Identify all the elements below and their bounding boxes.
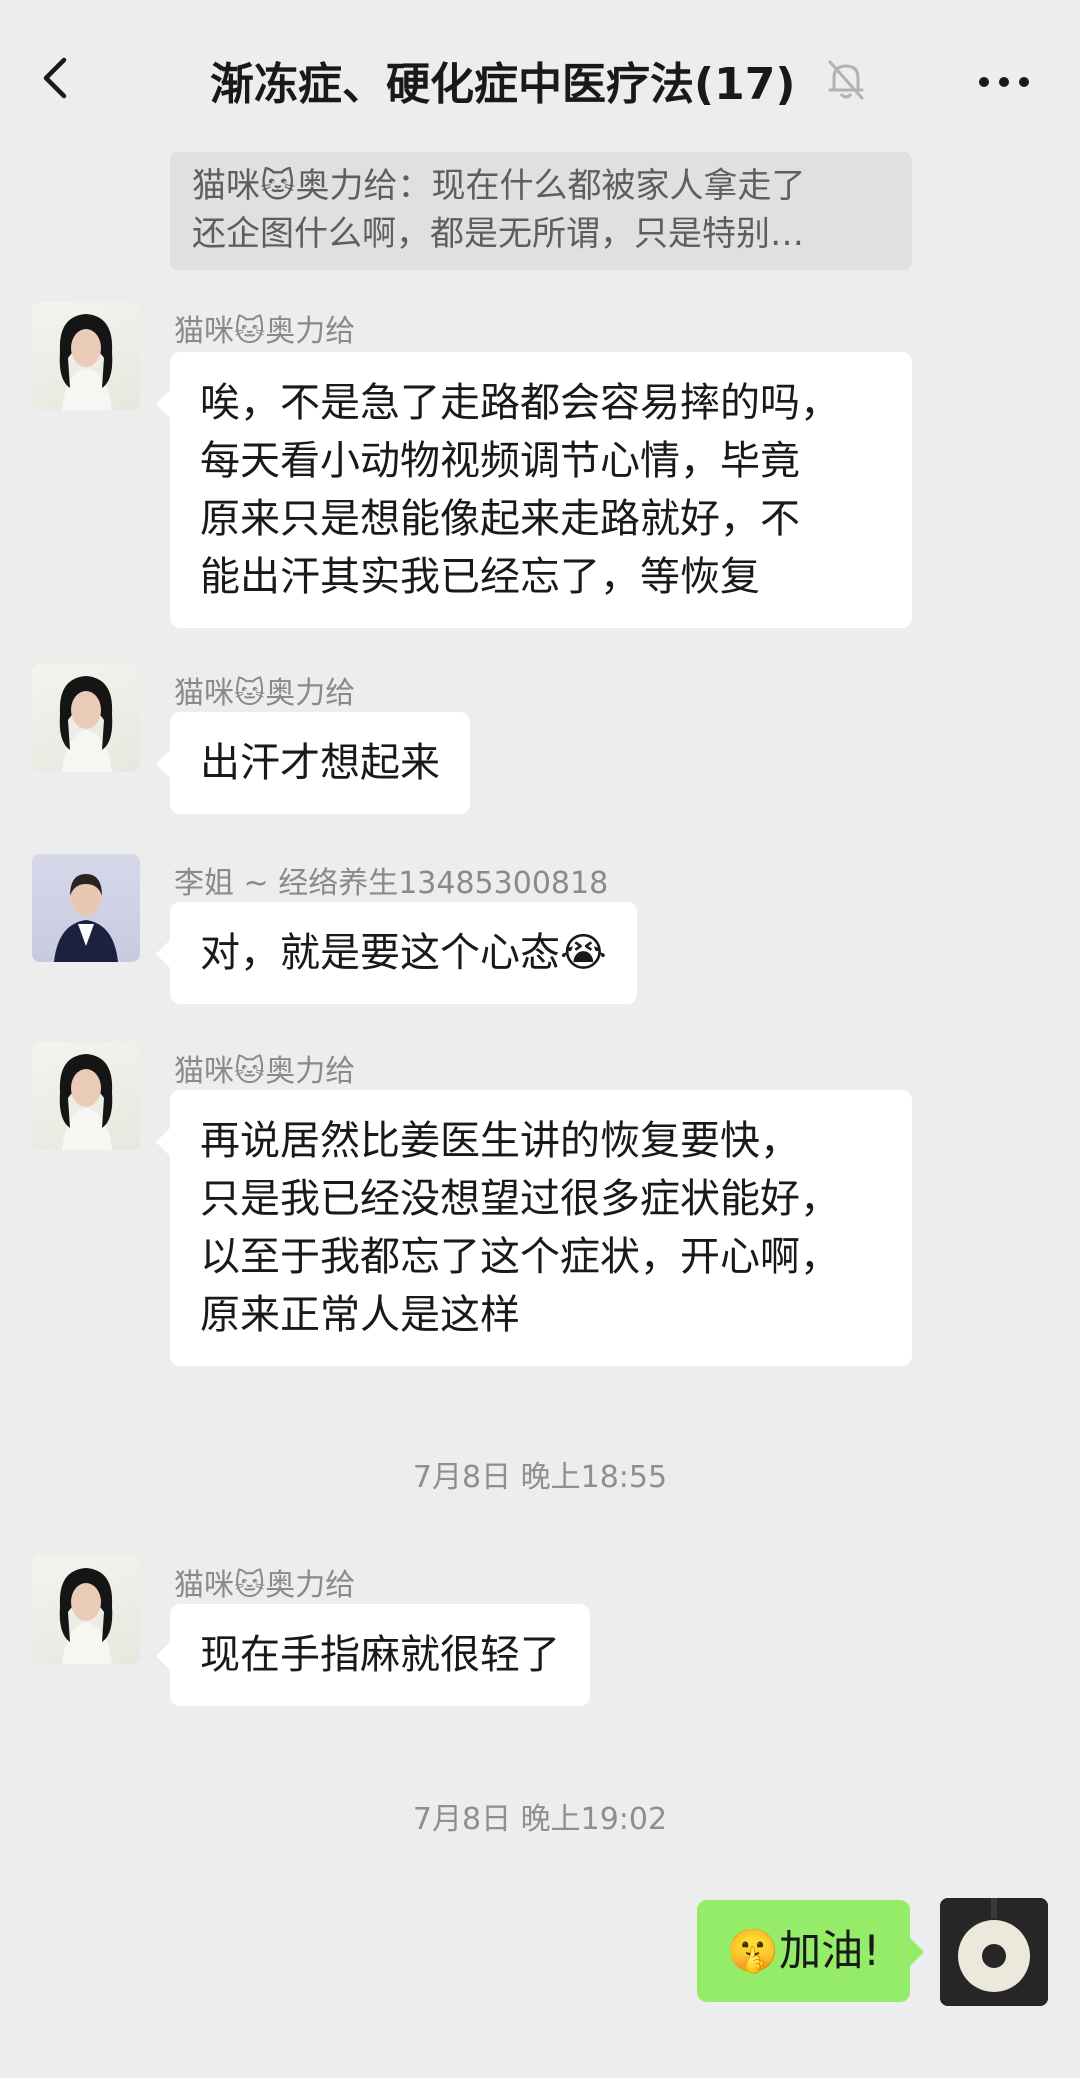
message-line: 唉，不是急了走路都会容易摔的吗， — [200, 380, 840, 426]
avatar[interactable] — [32, 1556, 140, 1664]
sender-name: 猫咪🐱奥力给 — [174, 676, 356, 711]
bell-off-icon — [828, 60, 864, 100]
message-line: 能出汗其实我已经忘了，等恢复 — [200, 554, 760, 600]
quoted-message[interactable]: 猫咪🐱奥力给：现在什么都被家人拿走了 还企图什么啊，都是无所谓，只是特别… — [170, 152, 912, 270]
avatar[interactable] — [32, 664, 140, 772]
message-line: 只是我已经没想望过很多症状能好， — [200, 1176, 840, 1222]
sender-name: 猫咪🐱奥力给 — [174, 314, 356, 349]
woman-portrait-icon — [59, 676, 113, 772]
chat-header: 渐冻症、硬化症中医疗法(17) — [0, 0, 1080, 148]
message-bubble[interactable]: 出汗才想起来 — [156, 712, 470, 814]
message-bubble[interactable]: 对，就是要这个心态😭 — [156, 902, 637, 1004]
message-line: 对，就是要这个心态😭 — [200, 930, 607, 976]
sender-name: 李姐 ~ 经络养生13485300818 — [174, 866, 609, 901]
avatar[interactable] — [32, 302, 140, 410]
my-message-bubble[interactable]: 🤫加油! — [696, 1900, 925, 2002]
quote-line: 还企图什么啊，都是无所谓，只是特别… — [192, 214, 804, 254]
my-avatar[interactable] — [940, 1898, 1048, 2006]
chat-title: 渐冻症、硬化症中医疗法(17) — [210, 59, 796, 110]
message-line: 原来正常人是这样 — [200, 1292, 520, 1338]
message-line: 🤫加油! — [726, 1926, 880, 1975]
avatar[interactable] — [32, 1042, 140, 1150]
woman-portrait-icon — [59, 1054, 113, 1150]
sender-name: 猫咪🐱奥力给 — [174, 1568, 356, 1603]
message-bubble[interactable]: 唉，不是急了走路都会容易摔的吗， 每天看小动物视频调节心情，毕竟 原来只是想能像… — [156, 352, 912, 628]
avatar[interactable] — [32, 854, 140, 962]
woman-portrait-icon — [59, 1568, 113, 1664]
message-bubble[interactable]: 再说居然比姜医生讲的恢复要快， 只是我已经没想望过很多症状能好， 以至于我都忘了… — [156, 1090, 912, 1366]
woman-portrait-icon — [59, 314, 113, 410]
quote-line: 猫咪🐱奥力给：现在什么都被家人拿走了 — [192, 166, 806, 206]
message-line: 再说居然比姜医生讲的恢复要快， — [200, 1118, 800, 1164]
message-line: 以至于我都忘了这个症状，开心啊， — [200, 1234, 840, 1280]
chevron-left-icon[interactable] — [28, 50, 84, 106]
message-bubble[interactable]: 现在手指麻就很轻了 — [156, 1604, 590, 1706]
timestamp: 7月8日 晚上19:02 — [412, 1802, 668, 1837]
message-line: 出汗才想起来 — [200, 740, 440, 786]
timestamp: 7月8日 晚上18:55 — [412, 1460, 668, 1495]
more-dots-icon[interactable] — [974, 62, 1034, 102]
message-line: 原来只是想能像起来走路就好，不 — [200, 496, 800, 542]
sender-name: 猫咪🐱奥力给 — [174, 1054, 356, 1089]
message-line: 每天看小动物视频调节心情，毕竟 — [200, 438, 800, 484]
message-line: 现在手指麻就很轻了 — [200, 1632, 560, 1678]
woman-suit-portrait-icon — [54, 874, 118, 962]
jade-disc-icon — [940, 1898, 1048, 2006]
